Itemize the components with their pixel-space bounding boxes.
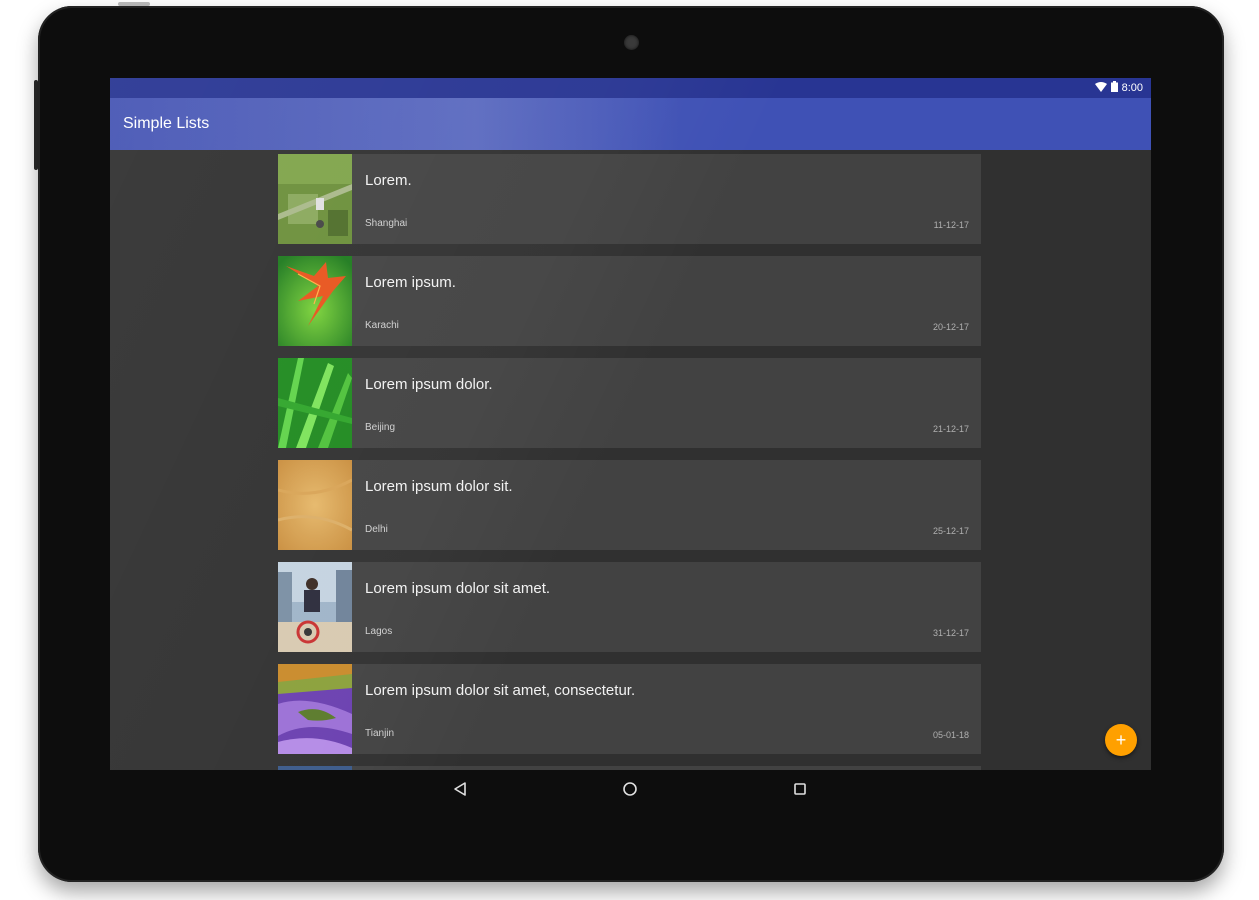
item-thumbnail — [278, 562, 352, 652]
status-time: 8:00 — [1121, 82, 1143, 94]
item-date: 20-12-17 — [932, 322, 969, 332]
plus-icon: + — [1115, 729, 1127, 750]
item-list: Lorem. Shanghai 11-12-17 Lorem ipsum. Ka… — [278, 154, 981, 770]
list-item[interactable]: Lorem ipsum dolor sit amet, consectetur.… — [278, 664, 981, 754]
list-item-partial[interactable] — [278, 766, 981, 770]
front-camera — [624, 35, 639, 50]
list-item[interactable]: Lorem ipsum dolor sit. Delhi 25-12-17 — [278, 460, 981, 550]
item-city: Beijing — [365, 422, 396, 433]
item-date: 11-12-17 — [933, 220, 969, 230]
back-button[interactable] — [440, 776, 480, 802]
item-city: Delhi — [365, 524, 388, 535]
item-date: 25-12-17 — [932, 526, 969, 536]
item-title: Lorem ipsum dolor sit amet, consectetur. — [365, 682, 636, 699]
device-screen: 8:00 Simple Lists Lorem. Shanghai 11-12-… — [110, 78, 1151, 770]
item-thumbnail — [278, 154, 352, 244]
wifi-icon — [1094, 81, 1107, 95]
item-city: Tianjin — [365, 728, 395, 739]
navigation-bar — [440, 776, 820, 802]
app-bar: Simple Lists — [110, 98, 1151, 150]
recents-button[interactable] — [780, 776, 820, 802]
item-thumbnail — [278, 460, 352, 550]
list-item[interactable]: Lorem ipsum dolor. Beijing 21-12-17 — [278, 358, 981, 448]
item-date: 31-12-17 — [932, 628, 969, 638]
item-thumbnail — [278, 256, 352, 346]
item-title: Lorem ipsum dolor sit amet. — [365, 580, 551, 597]
item-city: Karachi — [365, 320, 399, 331]
home-button[interactable] — [610, 776, 650, 802]
item-title: Lorem ipsum dolor. — [365, 376, 493, 393]
item-thumbnail — [278, 358, 352, 448]
recents-icon — [794, 783, 806, 795]
home-icon — [623, 782, 637, 796]
item-thumbnail — [278, 664, 352, 754]
item-city: Shanghai — [365, 218, 408, 229]
app-title: Simple Lists — [123, 115, 210, 132]
back-icon — [454, 782, 466, 796]
list-item[interactable]: Lorem ipsum dolor sit amet. Lagos 31-12-… — [278, 562, 981, 652]
item-title: Lorem ipsum. — [365, 274, 456, 291]
add-button[interactable]: + — [1105, 724, 1137, 756]
list-item[interactable]: Lorem ipsum. Karachi 20-12-17 — [278, 256, 981, 346]
item-title: Lorem. — [365, 172, 412, 189]
battery-icon — [1110, 81, 1118, 95]
item-city: Lagos — [365, 626, 393, 637]
item-date: 05-01-18 — [932, 730, 969, 740]
list-item[interactable]: Lorem. Shanghai 11-12-17 — [278, 154, 981, 244]
item-date: 21-12-17 — [932, 424, 969, 434]
status-bar: 8:00 — [110, 78, 1151, 98]
item-thumbnail — [278, 766, 352, 770]
item-title: Lorem ipsum dolor sit. — [365, 478, 513, 495]
